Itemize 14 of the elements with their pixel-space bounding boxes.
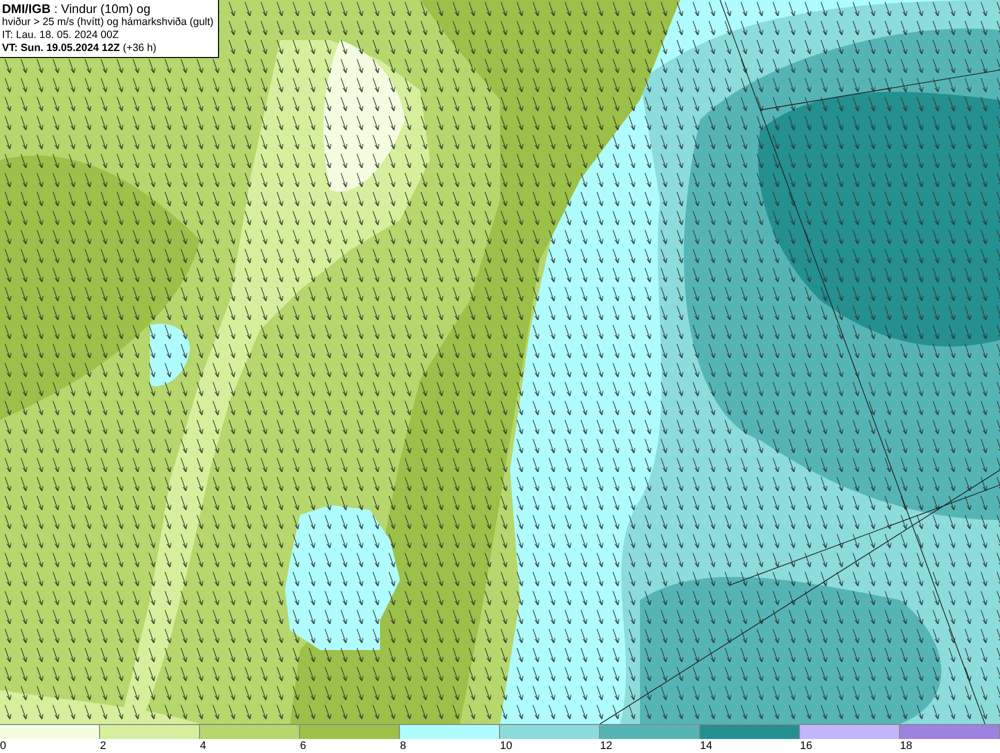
- legend-label: 0: [0, 740, 6, 752]
- legend-label: 6: [300, 740, 306, 752]
- legend-label: 10: [500, 740, 512, 752]
- title-text: DMI/IGB : Vindur (10m) og: [2, 2, 152, 16]
- legend-label: 16: [800, 740, 812, 752]
- title-text: VT: Sun. 19.05.2024 12Z (+36 h): [2, 42, 158, 55]
- legend-label: 18: [900, 740, 912, 752]
- legend-label: 12: [600, 740, 612, 752]
- legend-label: 4: [200, 740, 206, 752]
- legend-label: 14: [700, 740, 712, 752]
- title-text: IT: Lau. 18. 05. 2024 00Z: [2, 29, 120, 42]
- legend-label: 2: [100, 740, 106, 752]
- legend-label: 8: [400, 740, 406, 752]
- title-text: hviður > 25 m/s (hvítt) og hámarkshviða (gult): [2, 16, 214, 29]
